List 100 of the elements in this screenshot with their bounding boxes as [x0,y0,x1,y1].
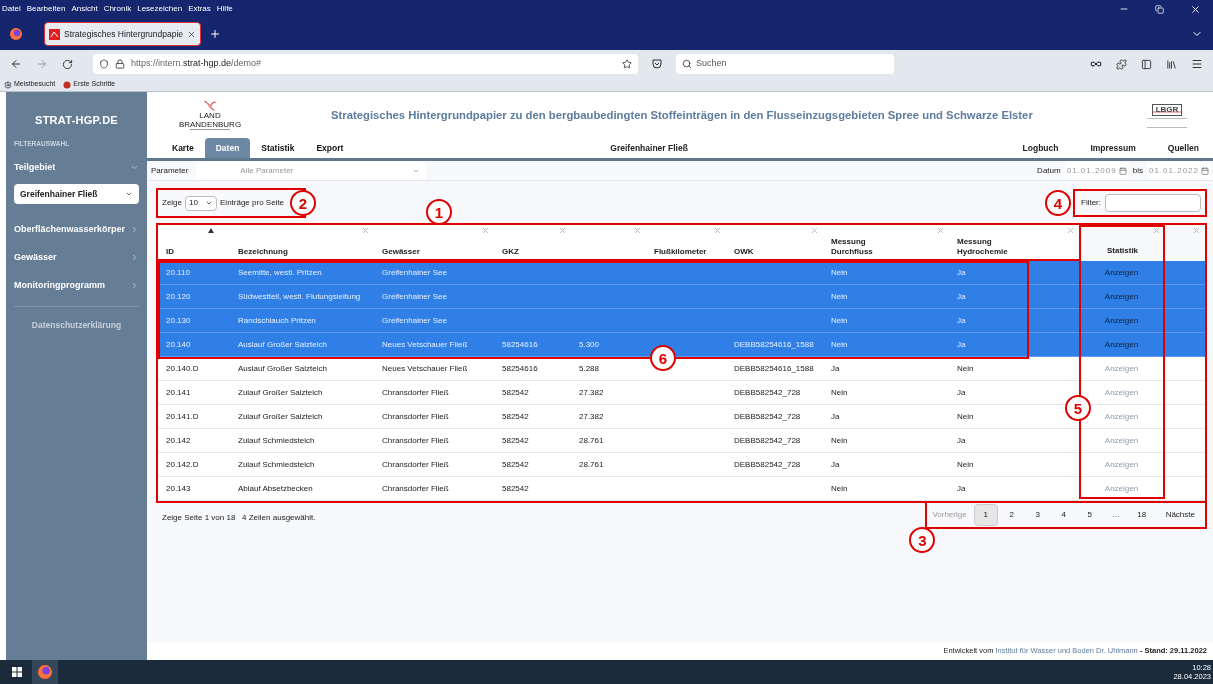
start-icon[interactable] [12,667,22,677]
back-icon[interactable] [10,58,22,70]
library-icon[interactable] [1166,58,1177,70]
column-header[interactable]: Statistik [1080,225,1165,261]
menu-item[interactable]: Chronik [103,3,132,15]
filter-field[interactable] [1105,194,1201,212]
table-cell-text: DEBB582542_728 [733,434,802,447]
reload-icon[interactable] [62,58,73,70]
menu-item[interactable]: Lesezeichen [137,3,183,15]
table-cell-text: Chransdorfer Fließ [381,410,450,423]
close-icon[interactable] [1190,3,1201,15]
table-cell-text: Nein [830,434,849,447]
table-row[interactable]: 20.142.D Zulauf Schmiedsteich Chransdorfer Fließ 582542 28.761 DEBB582542_728 Ja Nein Anzeigen [158,453,1205,477]
site-favicon [49,28,60,40]
table-cell-text: DEBB582542_728 [733,410,802,423]
table-cell-text: 28.761 [578,458,605,471]
sidebar-item[interactable]: Teilgebiet [14,158,139,177]
table-cell-text: Seemitte, westl. Pritzen [237,266,323,279]
table-cell-text: 5.288 [578,362,601,375]
page-button[interactable]: 5 [1077,504,1102,526]
page-button[interactable]: … [1103,504,1128,526]
menu-icon[interactable] [1191,58,1203,70]
new-tab-icon[interactable] [209,28,222,40]
restore-icon[interactable] [1155,4,1164,14]
bookmark-star-icon[interactable] [622,59,632,69]
area-select[interactable]: Greifenhainer Fließ [14,184,139,205]
sort-ascending-icon[interactable] [208,228,214,233]
nav-tab[interactable]: Daten [204,138,251,158]
nav-tab[interactable]: Export [305,138,355,158]
table-cell-text: Randschlauch Pritzen [237,314,317,327]
table-cell-text: 582542 [501,482,530,495]
table-cell-text: Neues Vetschauer Fließ [381,338,469,351]
sidebar-item[interactable]: Oberflächenwasserkörper [14,220,139,239]
sidebar-icon[interactable] [1141,58,1152,70]
browser-logo-icon[interactable] [10,28,22,40]
page-button[interactable]: 3 [1025,504,1050,526]
nav-link[interactable]: Impressum [1080,138,1146,158]
gear-icon [4,80,12,89]
nav-link[interactable]: Logbuch [1012,138,1069,158]
calendar-icon[interactable] [1201,166,1209,175]
statistics-link[interactable]: Anzeigen [1104,290,1139,303]
close-tab-icon[interactable] [187,29,197,39]
statistics-link[interactable]: Anzeigen [1104,314,1139,327]
table-cell-text: 20.110 [165,266,191,279]
agency-logo: LBGR [1131,103,1203,128]
browser-logo-icon[interactable] [38,665,52,679]
menu-item[interactable]: Datei [2,3,21,15]
url-field[interactable]: https://intern.strat-hgp.de/demo# [93,54,638,74]
logo-text: BRANDENBURG [178,119,242,129]
table-cell-text: Nein [830,338,849,351]
column-header[interactable]: Gewässer [374,225,494,261]
parameter-label: Parameter [151,164,189,177]
browser-tab[interactable]: Strategisches Hintergrundpapie [44,22,202,46]
column-header[interactable]: Flußkilometer [646,225,726,261]
menu-item[interactable]: Ansicht [71,3,98,15]
table-cell-text: 20.143 [165,482,192,495]
menu-item[interactable]: Bearbeiten [26,3,66,15]
table-cell-text: Greifenhainer See [381,314,448,327]
column-header[interactable]: OWK [726,225,823,261]
table-row[interactable]: 20.110 Seemitte, westl. Pritzen Greifenhainer See Nein Ja Anzeigen [158,261,1205,285]
column-header[interactable]: GKZ [494,225,571,261]
table-cell-text: 20.141.D [165,410,200,423]
menu-item[interactable]: Hilfe [216,3,233,15]
page-button[interactable]: 2 [999,504,1024,526]
puzzle-icon[interactable] [1116,58,1127,70]
sidebar-item[interactable]: Gewässer [14,248,139,267]
column-header[interactable]: Messung Durchfluss [823,225,949,261]
menu-item[interactable]: Extras [188,3,211,15]
table-cell-text: Zulauf Schmiedsteich [237,458,316,471]
table-row[interactable]: 20.143 Ablauf Absetzbecken Chransdorfer Fließ 582542 Nein Ja Anzeigen [158,477,1205,501]
page-length-select[interactable]: 10 [185,195,217,211]
date-label: Datum [1037,164,1061,177]
next-button[interactable]: Nächste [1155,509,1205,521]
page-button[interactable]: 18 [1129,504,1154,526]
table-row[interactable]: 20.141 Zulauf Großer Salzteich Chransdorfer Fließ 582542 27.382 DEBB582542_728 Nein Ja Anzeigen [158,381,1205,405]
sidebar-item[interactable]: Monitoringprogramm [14,276,139,295]
table-cell-text: DEBB582542_728 [733,386,802,399]
nav-tab[interactable]: Karte [161,138,205,158]
statistics-link[interactable]: Anzeigen [1104,266,1139,279]
table-row[interactable]: 20.120 Südwestteil, westl. Flutungsleitung Greifenhainer See Nein Ja Anzeigen [158,285,1205,309]
pocket-icon[interactable] [652,59,662,69]
infinity-icon[interactable] [1090,58,1102,70]
column-header[interactable]: ID [158,225,230,261]
table-cell-text: 582542 [501,410,530,423]
page-button[interactable]: 1 [973,504,998,526]
table-cell-text: Nein [830,314,849,327]
column-header[interactable]: Messung Hydrochemie [949,225,1079,261]
nav-tab[interactable]: Statistik [250,138,306,158]
table-cell-text: Chransdorfer Fließ [381,482,450,495]
table-cell-text: DEBB58254616_1588 [733,362,815,375]
nav-link[interactable]: Quellen [1157,138,1199,158]
table-row[interactable]: 20.142 Zulauf Schmiedsteich Chransdorfer Fließ 582542 28.761 DEBB582542_728 Nein Ja Anzeigen [158,429,1205,453]
table-cell-text: Nein [830,266,849,279]
table-row[interactable]: 20.130 Randschlauch Pritzen Greifenhainer See Nein Ja Anzeigen [158,309,1205,333]
column-header[interactable]: Bezeichnung [230,225,374,261]
statistics-link[interactable]: Anzeigen [1104,338,1139,351]
page-button[interactable]: 4 [1051,504,1076,526]
calendar-icon[interactable] [1118,166,1127,175]
search-field[interactable]: Suchen [676,54,894,74]
shield-icon[interactable] [99,59,109,69]
